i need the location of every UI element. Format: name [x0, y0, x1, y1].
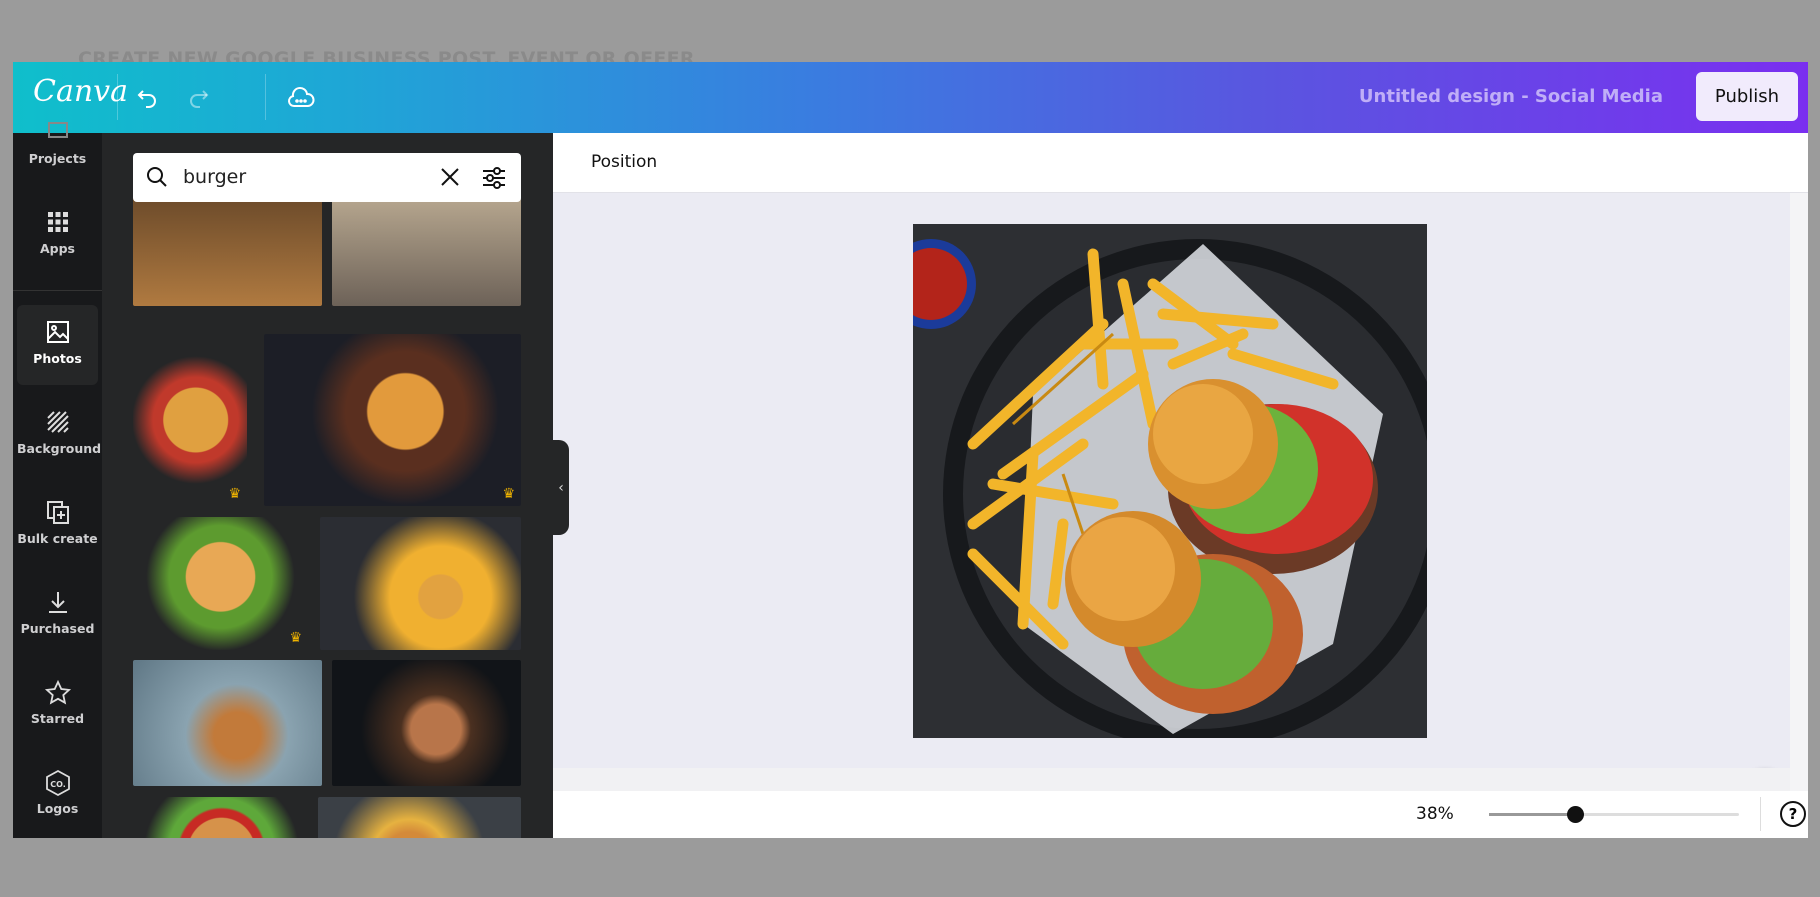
search-input[interactable]	[183, 163, 423, 191]
vertical-scrollbar[interactable]	[1790, 193, 1808, 791]
design-canvas	[553, 193, 1792, 822]
photo-result[interactable]	[332, 660, 521, 786]
sidebar-item-label: Purchased	[20, 621, 95, 636]
photo-result[interactable]: ♛	[318, 797, 521, 838]
photo-result[interactable]: ♛	[133, 334, 247, 506]
position-button[interactable]: Position	[591, 152, 657, 172]
canva-editor-modal: Canva Untitled design - Social Media Pub…	[13, 62, 1808, 838]
context-toolbar: Position	[553, 133, 1808, 193]
bulk-create-icon	[17, 499, 98, 531]
search-bar	[133, 153, 521, 202]
editor-header: Canva Untitled design - Social Media Pub…	[13, 62, 1808, 133]
sidebar-item-projects[interactable]: Projects	[17, 105, 98, 185]
photo-result[interactable]	[332, 195, 521, 306]
svg-text:CO.: CO.	[50, 780, 66, 789]
grid-icon	[17, 209, 98, 241]
sidebar-item-starred[interactable]: Starred	[17, 665, 98, 745]
help-button[interactable]: ?	[1780, 801, 1806, 827]
publish-button[interactable]: Publish	[1696, 72, 1798, 121]
sidebar-item-label: Apps	[39, 241, 75, 256]
sidebar-item-photos[interactable]: Photos	[17, 305, 98, 385]
photo-result[interactable]	[133, 797, 310, 838]
zoom-level: 38%	[1416, 804, 1454, 824]
chevron-left-icon: ‹	[558, 479, 564, 496]
sidebar-item-label: Photos	[33, 351, 82, 366]
divider	[265, 74, 266, 120]
download-icon	[17, 589, 98, 621]
cloud-save-icon[interactable]	[283, 80, 319, 116]
logo-hexagon-icon: CO.	[17, 769, 98, 801]
clear-icon[interactable]	[439, 166, 461, 192]
divider	[13, 290, 102, 291]
sidebar-item-logos[interactable]: CO. Logos	[17, 755, 98, 835]
photo-result[interactable]	[133, 660, 322, 786]
sidebar-item-background[interactable]: Background	[17, 395, 102, 475]
sidebar-nav: Projects Apps Photos Background Bulk cre…	[13, 122, 102, 838]
sidebar-item-label: Logos	[36, 801, 79, 816]
zoom-slider[interactable]	[1489, 806, 1739, 823]
star-icon	[17, 679, 98, 711]
canva-logo[interactable]: Canva	[33, 74, 128, 109]
photo-result[interactable]: ♛	[133, 517, 308, 650]
sidebar-item-label: Bulk create	[17, 531, 98, 546]
sidebar-item-purchased[interactable]: Purchased	[17, 575, 98, 655]
design-title[interactable]: Untitled design - Social Media	[1359, 86, 1663, 107]
sidebar-item-label: Starred	[30, 711, 85, 726]
sidebar-item-apps[interactable]: Apps	[17, 195, 98, 275]
filter-icon[interactable]	[481, 165, 507, 195]
sidebar-item-label: Projects	[28, 151, 87, 166]
stripes-icon	[17, 409, 98, 441]
photos-panel: ♛ ♛ ♛ ♛	[102, 133, 553, 838]
image-icon	[17, 319, 98, 351]
horizontal-scrollbar[interactable]	[553, 768, 1790, 791]
divider	[1760, 797, 1761, 831]
redo-icon[interactable]	[181, 80, 217, 116]
photo-result[interactable]	[133, 195, 322, 306]
premium-crown-icon: ♛	[289, 630, 302, 646]
photo-result[interactable]: ♛	[264, 334, 521, 506]
premium-crown-icon: ♛	[228, 486, 241, 502]
sidebar-item-label: Background	[17, 441, 102, 456]
undo-icon[interactable]	[129, 80, 165, 116]
sidebar-item-bulk-create[interactable]: Bulk create	[17, 485, 98, 565]
zoom-slider-thumb[interactable]	[1567, 806, 1585, 823]
photo-result[interactable]	[320, 517, 521, 650]
folder-icon	[17, 119, 98, 151]
editor-footer: 38% ?	[553, 791, 1808, 838]
premium-crown-icon: ♛	[502, 486, 515, 502]
divider	[117, 74, 118, 120]
collapse-panel-handle[interactable]: ‹	[553, 440, 569, 535]
search-icon	[145, 165, 169, 193]
design-image[interactable]	[913, 224, 1427, 738]
